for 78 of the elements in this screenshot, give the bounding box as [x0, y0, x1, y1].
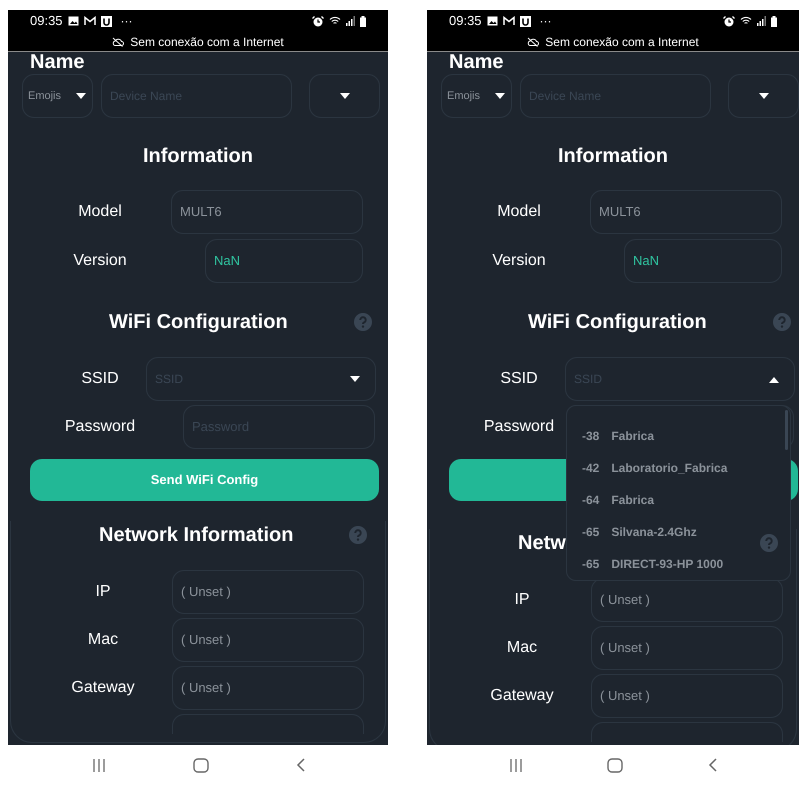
recent-apps-icon[interactable]: [509, 758, 524, 772]
caret-icon: [338, 92, 350, 100]
value-field[interactable]: ( Unset ): [172, 570, 364, 614]
help-icon[interactable]: [349, 526, 367, 544]
connection-status-text: Sem conexão com a Internet: [545, 34, 699, 50]
section-title: Name: [449, 52, 504, 72]
alarm-icon: [312, 16, 324, 26]
cloud-off-icon: [112, 36, 124, 46]
home-icon[interactable]: [607, 758, 624, 772]
caret-icon: [768, 376, 780, 382]
image-icon: [68, 16, 79, 26]
section-title: Information: [558, 144, 668, 169]
value-field[interactable]: NaN: [205, 239, 363, 283]
value-field[interactable]: ( Unset ): [591, 626, 783, 670]
status-time: 09:35: [30, 12, 63, 30]
field-label: IP: [514, 590, 530, 610]
emoji-select[interactable]: Emojis: [441, 74, 512, 118]
field-label: Gateway: [71, 678, 135, 698]
value-field[interactable]: ( Unset ): [172, 666, 364, 710]
value-field[interactable]: ( Unset ): [172, 618, 364, 662]
section-title: Name: [30, 52, 84, 72]
mail-icon: [84, 16, 96, 26]
help-icon[interactable]: [773, 313, 791, 331]
back-icon[interactable]: [296, 758, 304, 772]
field-label: Password: [484, 417, 554, 437]
field-label: Password: [64, 417, 136, 437]
field-label: Version: [73, 251, 127, 271]
wifi-icon: [740, 16, 752, 26]
more-notifications: ···: [540, 13, 552, 30]
section-title: WiFi Configuration: [108, 310, 289, 335]
image-icon: [486, 16, 498, 26]
field-label: Gateway: [490, 686, 554, 706]
status-time: 09:35: [449, 12, 482, 30]
dropdown-button[interactable]: [728, 74, 799, 118]
field-label: Model: [497, 202, 541, 222]
caret-icon: [494, 92, 506, 100]
emoji-select[interactable]: Emojis: [22, 74, 93, 118]
network-option[interactable]: -64 Fabrica: [567, 484, 790, 516]
cloud-off-icon: [527, 36, 540, 46]
help-icon[interactable]: [354, 313, 372, 331]
caret-icon: [758, 92, 770, 100]
connection-status-text: Sem conexão com a Internet: [130, 34, 284, 50]
battery-icon: [360, 16, 366, 26]
back-icon[interactable]: [708, 758, 717, 772]
more-notifications: ···: [120, 13, 133, 30]
field-label: Version: [492, 251, 546, 271]
caret-icon: [75, 92, 87, 100]
network-option[interactable]: -38 Fabrica: [567, 420, 790, 452]
section-title: Network Information: [99, 523, 294, 548]
recent-apps-icon[interactable]: [92, 758, 106, 772]
section-title: Information: [143, 144, 253, 169]
mail-icon: [502, 16, 515, 26]
field-label: Mac: [88, 630, 118, 650]
battery-icon: [771, 16, 777, 26]
network-option[interactable]: -42 Laboratorio_Fabrica: [567, 452, 790, 484]
value-field[interactable]: ( Unset ): [591, 674, 783, 718]
wifi-icon: [329, 16, 341, 26]
field-label: Mac: [506, 638, 538, 658]
field-label: Model: [78, 202, 122, 222]
signal-icon: [757, 16, 766, 26]
send-wifi-button[interactable]: Send WiFi Config: [30, 459, 379, 501]
home-icon[interactable]: [192, 758, 208, 772]
field-label: SSID: [81, 369, 119, 389]
u-app-icon: [520, 16, 531, 26]
u-app-icon: [100, 16, 112, 26]
alarm-icon: [723, 16, 735, 26]
dropdown-button[interactable]: [309, 74, 380, 118]
signal-icon: [346, 16, 355, 26]
value-field[interactable]: MULT6: [590, 190, 782, 234]
section-title: WiFi Configuration: [527, 310, 708, 335]
field-label: SSID: [500, 369, 538, 389]
network-option[interactable]: -65 Silvana-2.4Ghz: [567, 516, 790, 548]
caret-icon: [349, 376, 361, 382]
network-option[interactable]: -65 DIRECT-93-HP 1000: [567, 548, 790, 580]
value-field[interactable]: MULT6: [171, 190, 363, 234]
section-title: Netw: [518, 531, 566, 556]
field-label: IP: [95, 582, 111, 602]
value-field[interactable]: NaN: [624, 239, 782, 283]
